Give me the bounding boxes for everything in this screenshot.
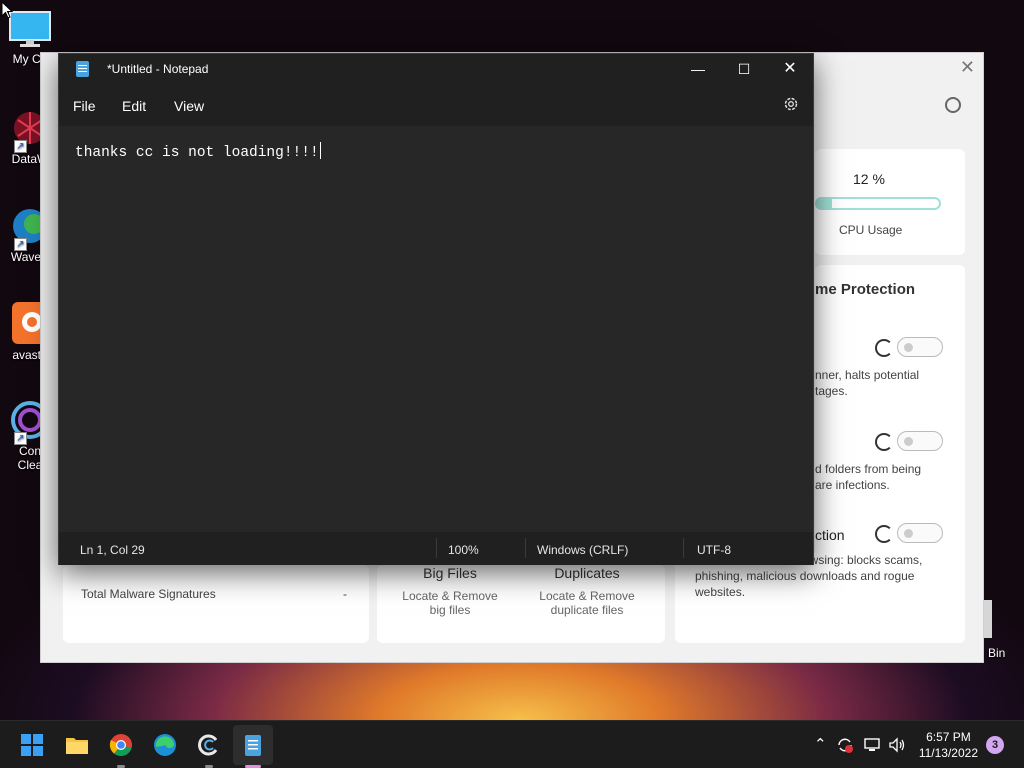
shortcut-arrow-icon: ↗: [14, 140, 27, 153]
chevron-up-icon[interactable]: ⌃: [814, 735, 827, 753]
big-files-title: Big Files: [423, 565, 477, 581]
status-line-ending: Windows (CRLF): [537, 543, 629, 557]
shortcut-arrow-icon: ↗: [14, 238, 27, 251]
cpu-usage-card: 12 % CPU Usage: [815, 149, 965, 255]
duplicates-desc: Locate & Remove: [539, 589, 635, 603]
protection-desc: tages.: [815, 384, 848, 398]
text-editor[interactable]: thanks cc is not loading!!!!: [59, 126, 813, 532]
settings-gear-icon[interactable]: [945, 97, 961, 113]
web-protection-card: ction rowsing: blocks scams, phishing, m…: [675, 523, 965, 643]
maximize-button[interactable]: ☐: [721, 54, 767, 84]
tools-card: Big Files Locate & Remove big files Dupl…: [377, 565, 665, 643]
protection-desc: are infections.: [815, 478, 890, 492]
protection-desc: websites.: [695, 585, 746, 599]
edge-icon[interactable]: [153, 733, 177, 757]
protection-toggle[interactable]: [897, 523, 943, 543]
window-title: *Untitled - Notepad: [107, 62, 209, 76]
status-divider: [683, 538, 684, 558]
editor-content: thanks cc is not loading!!!!: [75, 142, 321, 161]
big-files-tool[interactable]: Big Files Locate & Remove big files: [377, 565, 523, 643]
sync-alert-icon[interactable]: [836, 736, 854, 754]
duplicates-title: Duplicates: [554, 565, 620, 581]
big-files-desc: big files: [429, 603, 471, 617]
notepad-icon: [76, 61, 89, 77]
desktop-icon-label: Bin: [988, 646, 1006, 660]
desktop-icon-recycle-bin[interactable]: Bin: [980, 598, 1024, 662]
realtime-protection-title: me Protection: [815, 281, 916, 298]
cpu-progress-bar: [815, 197, 941, 210]
loading-spinner-icon: [875, 433, 893, 451]
editor-text: thanks cc is not loading!!!!: [75, 145, 319, 161]
protection-title: ction: [815, 527, 845, 543]
start-icon[interactable]: [20, 733, 44, 757]
network-icon[interactable]: [863, 736, 881, 754]
clock-time: 6:57 PM: [926, 730, 971, 744]
taskbar: ⌃ 6:57 PM 11/13/2022 3: [0, 720, 1024, 768]
cpu-progress-fill: [817, 199, 832, 208]
minimize-button[interactable]: —: [675, 54, 721, 84]
status-zoom: 100%: [448, 543, 479, 557]
settings-gear-icon[interactable]: [783, 96, 799, 112]
loading-spinner-icon: [875, 525, 893, 543]
status-cursor-position: Ln 1, Col 29: [80, 543, 145, 557]
menu-file[interactable]: File: [73, 98, 96, 114]
malware-signatures-card: Total Malware Signatures -: [63, 565, 369, 643]
malware-label: Total Malware Signatures: [81, 587, 216, 601]
duplicates-desc: duplicate files: [550, 603, 624, 617]
cpu-percent: 12 %: [853, 171, 885, 187]
mouse-cursor-icon: [1, 1, 13, 19]
system-clock[interactable]: 6:57 PM 11/13/2022: [919, 729, 978, 761]
ccleaner-icon[interactable]: [197, 733, 221, 757]
protection-toggle[interactable]: [897, 337, 943, 357]
file-explorer-icon[interactable]: [65, 733, 89, 757]
cpu-usage-label: CPU Usage: [839, 223, 903, 237]
title-bar[interactable]: *Untitled - Notepad — ☐ ✕: [59, 54, 813, 84]
chrome-icon[interactable]: [109, 733, 133, 757]
loading-spinner-icon: [875, 339, 893, 357]
duplicates-tool[interactable]: Duplicates Locate & Remove duplicate fil…: [517, 565, 657, 643]
notification-badge[interactable]: 3: [986, 736, 1004, 754]
protection-desc: phishing, malicious downloads and rogue: [695, 569, 915, 583]
status-divider: [436, 538, 437, 558]
protection-desc: d folders from being: [815, 462, 922, 476]
shortcut-arrow-icon: ↗: [14, 432, 27, 445]
malware-value: -: [343, 587, 347, 601]
menu-edit[interactable]: Edit: [122, 98, 146, 114]
monitor-icon: [9, 11, 51, 47]
status-bar: Ln 1, Col 29 100% Windows (CRLF) UTF-8: [59, 532, 813, 565]
volume-icon[interactable]: [888, 736, 906, 754]
status-divider: [525, 538, 526, 558]
notepad-window[interactable]: *Untitled - Notepad — ☐ ✕ File Edit View…: [58, 53, 814, 565]
clock-date: 11/13/2022: [918, 746, 978, 760]
menu-view[interactable]: View: [174, 98, 204, 114]
protection-desc: rowsing: blocks scams,: [799, 553, 923, 567]
menu-bar: File Edit View: [59, 84, 813, 126]
close-icon[interactable]: ✕: [960, 57, 975, 78]
close-button[interactable]: ✕: [767, 54, 813, 84]
text-caret: [319, 142, 321, 159]
status-encoding: UTF-8: [697, 543, 731, 557]
big-files-desc: Locate & Remove: [402, 589, 498, 603]
protection-toggle[interactable]: [897, 431, 943, 451]
notepad-icon[interactable]: [241, 733, 265, 757]
protection-desc: nner, halts potential: [815, 368, 920, 382]
